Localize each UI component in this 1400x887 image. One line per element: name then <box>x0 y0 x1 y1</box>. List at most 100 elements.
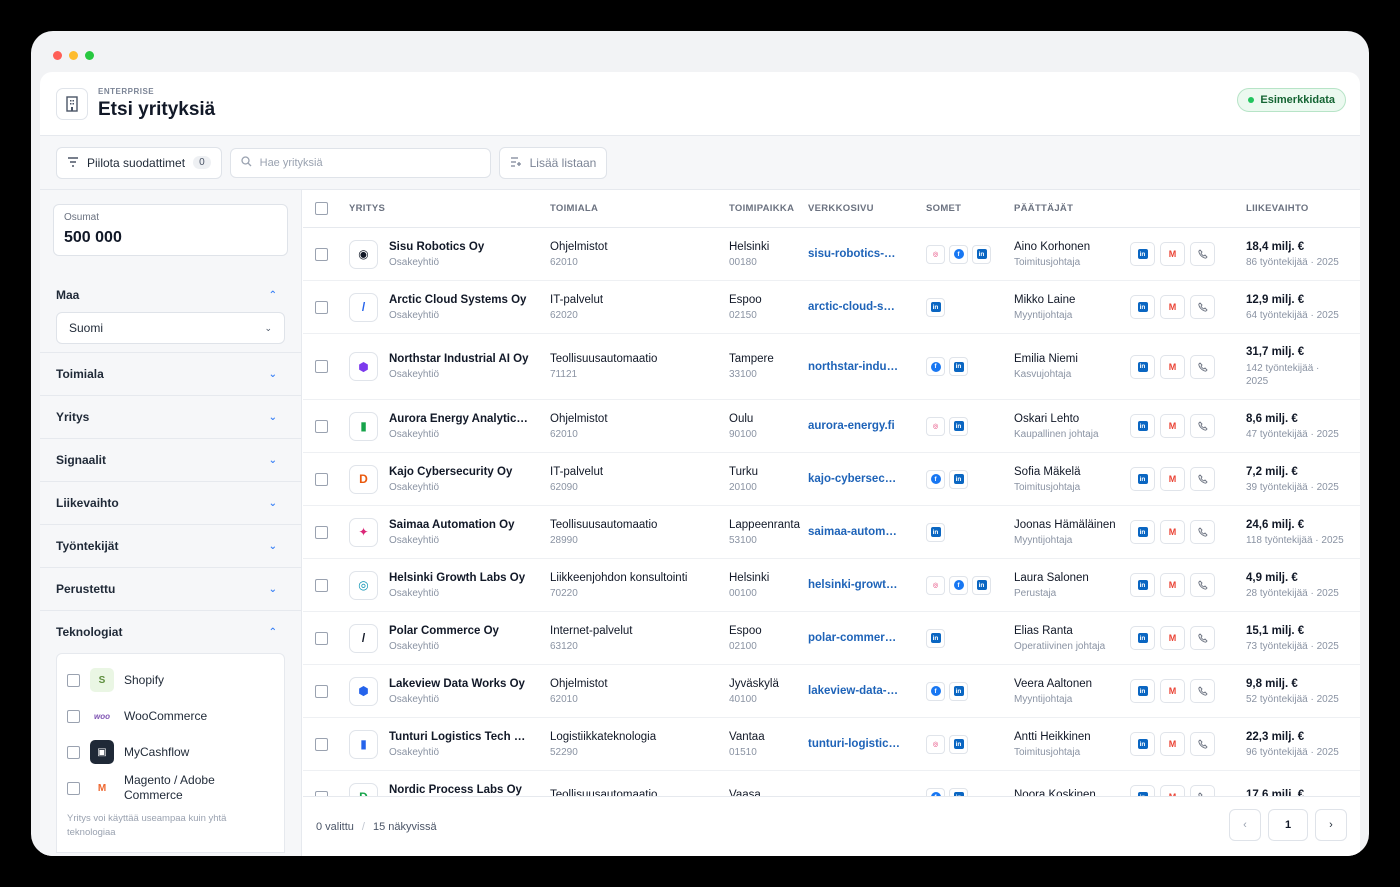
table-row[interactable]: ▮ Aurora Energy Analytics Oy Osakeyhtiö … <box>303 400 1360 453</box>
website-link[interactable]: polar-commerce.fi <box>808 632 900 644</box>
company-name[interactable]: Lakeview Data Works Oy <box>389 678 529 690</box>
col-header-website[interactable]: VERKKOSIVU <box>808 203 926 214</box>
phone-icon[interactable] <box>1190 295 1215 319</box>
company-name[interactable]: Sisu Robotics Oy <box>389 241 529 253</box>
instagram-icon[interactable]: ◎ <box>926 575 945 595</box>
decision-maker-name[interactable]: Elias Ranta <box>1014 625 1130 637</box>
technology-checkbox[interactable] <box>67 781 80 795</box>
phone-icon[interactable] <box>1190 626 1215 650</box>
decision-maker-name[interactable]: Antti Heikkinen <box>1014 731 1130 743</box>
col-header-industry[interactable]: TOIMIALA <box>550 203 729 214</box>
filter-technologies[interactable]: Teknologiat ⌃ <box>40 610 301 653</box>
phone-icon[interactable] <box>1190 467 1215 491</box>
instagram-icon[interactable]: ◎ <box>926 244 945 264</box>
decision-maker-name[interactable]: Oskari Lehto <box>1014 413 1130 425</box>
gmail-icon[interactable]: M <box>1160 520 1185 544</box>
maximize-dot[interactable] <box>85 51 94 60</box>
website-link[interactable]: tunturi-logistics.fi <box>808 738 900 750</box>
decision-maker-name[interactable]: Mikko Laine <box>1014 294 1130 306</box>
linkedin-icon[interactable]: in <box>949 357 968 376</box>
decision-maker-name[interactable]: Emilia Niemi <box>1014 353 1130 365</box>
facebook-icon[interactable]: f <box>949 575 968 595</box>
technology-option[interactable]: ▣ MyCashflow <box>67 734 274 770</box>
linkedin-icon[interactable]: in <box>926 628 945 648</box>
linkedin-icon[interactable]: in <box>1130 626 1155 650</box>
phone-icon[interactable] <box>1190 732 1215 756</box>
linkedin-icon[interactable]: in <box>1130 573 1155 597</box>
linkedin-icon[interactable]: in <box>1130 414 1155 438</box>
table-row[interactable]: / Arctic Cloud Systems Oy Osakeyhtiö IT-… <box>303 281 1360 334</box>
facebook-icon[interactable]: f <box>926 681 945 701</box>
company-name[interactable]: Tunturi Logistics Tech Oy <box>389 731 529 743</box>
website-link[interactable]: saimaa-automation.fi <box>808 526 900 538</box>
website-link[interactable]: helsinki-growth-labs.fi <box>808 579 900 591</box>
filter-section[interactable]: Toimiala ⌄ <box>40 352 301 395</box>
technology-option[interactable]: M Magento / Adobe Commerce <box>67 770 274 806</box>
linkedin-icon[interactable]: in <box>1130 679 1155 703</box>
technology-option[interactable]: woo WooCommerce <box>67 698 274 734</box>
technology-option[interactable]: S Shopify <box>67 662 274 698</box>
table-row[interactable]: ◉ Sisu Robotics Oy Osakeyhtiö Ohjelmisto… <box>303 228 1360 281</box>
country-select[interactable]: Suomi ⌄ <box>56 312 285 344</box>
decision-maker-name[interactable]: Laura Salonen <box>1014 572 1130 584</box>
linkedin-icon[interactable]: in <box>949 469 968 489</box>
linkedin-icon[interactable]: in <box>926 297 945 317</box>
table-row[interactable]: ▮ Tunturi Logistics Tech Oy Osakeyhtiö L… <box>303 718 1360 771</box>
filter-section[interactable]: Yritys ⌄ <box>40 395 301 438</box>
row-checkbox[interactable] <box>315 578 328 592</box>
linkedin-icon[interactable]: in <box>1130 785 1155 796</box>
phone-icon[interactable] <box>1190 354 1215 379</box>
instagram-icon[interactable]: ◎ <box>926 416 945 436</box>
decision-maker-name[interactable]: Joonas Hämäläinen <box>1014 519 1130 531</box>
phone-icon[interactable] <box>1190 785 1215 796</box>
linkedin-icon[interactable]: in <box>949 734 968 754</box>
table-row[interactable]: ⬢ Lakeview Data Works Oy Osakeyhtiö Ohje… <box>303 665 1360 718</box>
linkedin-icon[interactable]: in <box>949 681 968 701</box>
decision-maker-name[interactable]: Veera Aaltonen <box>1014 678 1130 690</box>
filter-section[interactable]: Signaalit ⌄ <box>40 438 301 481</box>
decision-maker-name[interactable]: Aino Korhonen <box>1014 241 1130 253</box>
company-name[interactable]: Nordic Process Labs Oy <box>389 784 529 796</box>
row-checkbox[interactable] <box>315 300 328 314</box>
website-link[interactable]: lakeview-data-works.fi <box>808 685 900 697</box>
row-checkbox[interactable] <box>315 472 328 486</box>
gmail-icon[interactable]: M <box>1160 242 1185 266</box>
gmail-icon[interactable]: M <box>1160 573 1185 597</box>
sample-data-badge[interactable]: Esimerkkidata <box>1237 88 1346 112</box>
website-link[interactable]: kajo-cybersecurity.fi <box>808 473 900 485</box>
linkedin-icon[interactable]: in <box>1130 467 1155 491</box>
linkedin-icon[interactable]: in <box>1130 354 1155 379</box>
add-to-list-button[interactable]: Lisää listaan <box>498 146 608 179</box>
linkedin-icon[interactable]: in <box>949 787 968 796</box>
row-checkbox[interactable] <box>315 247 328 261</box>
company-name[interactable]: Saimaa Automation Oy <box>389 519 529 531</box>
phone-icon[interactable] <box>1190 414 1215 438</box>
filter-country[interactable]: Maa ⌃ <box>40 278 301 312</box>
toggle-filters-button[interactable]: Piilota suodattimet 0 <box>56 146 222 179</box>
gmail-icon[interactable]: M <box>1160 679 1185 703</box>
linkedin-icon[interactable]: in <box>1130 520 1155 544</box>
linkedin-icon[interactable]: in <box>972 575 991 595</box>
company-search-input[interactable]: Hae yrityksiä <box>229 147 491 178</box>
col-header-revenue[interactable]: LIIKEVAIHTO <box>1246 203 1360 214</box>
filter-section[interactable]: Työntekijät ⌄ <box>40 524 301 567</box>
company-name[interactable]: Polar Commerce Oy <box>389 625 529 637</box>
table-row[interactable]: ✦ Saimaa Automation Oy Osakeyhtiö Teolli… <box>303 506 1360 559</box>
minimize-dot[interactable] <box>69 51 78 60</box>
gmail-icon[interactable]: M <box>1160 414 1185 438</box>
next-page-button[interactable]: › <box>1315 809 1347 841</box>
linkedin-icon[interactable]: in <box>972 244 991 264</box>
linkedin-icon[interactable]: in <box>1130 732 1155 756</box>
company-name[interactable]: Kajo Cybersecurity Oy <box>389 466 529 478</box>
website-link[interactable]: aurora-energy.fi <box>808 420 900 432</box>
linkedin-icon[interactable]: in <box>926 522 945 542</box>
website-link[interactable]: northstar-industrial.fi <box>808 361 900 373</box>
row-checkbox[interactable] <box>315 684 328 698</box>
technology-checkbox[interactable] <box>67 709 80 723</box>
facebook-icon[interactable]: f <box>926 357 945 376</box>
technology-checkbox[interactable] <box>67 673 80 687</box>
facebook-icon[interactable]: f <box>926 787 945 796</box>
decision-maker-name[interactable]: Sofia Mäkelä <box>1014 466 1130 478</box>
row-checkbox[interactable] <box>315 737 328 751</box>
facebook-icon[interactable]: f <box>926 469 945 489</box>
